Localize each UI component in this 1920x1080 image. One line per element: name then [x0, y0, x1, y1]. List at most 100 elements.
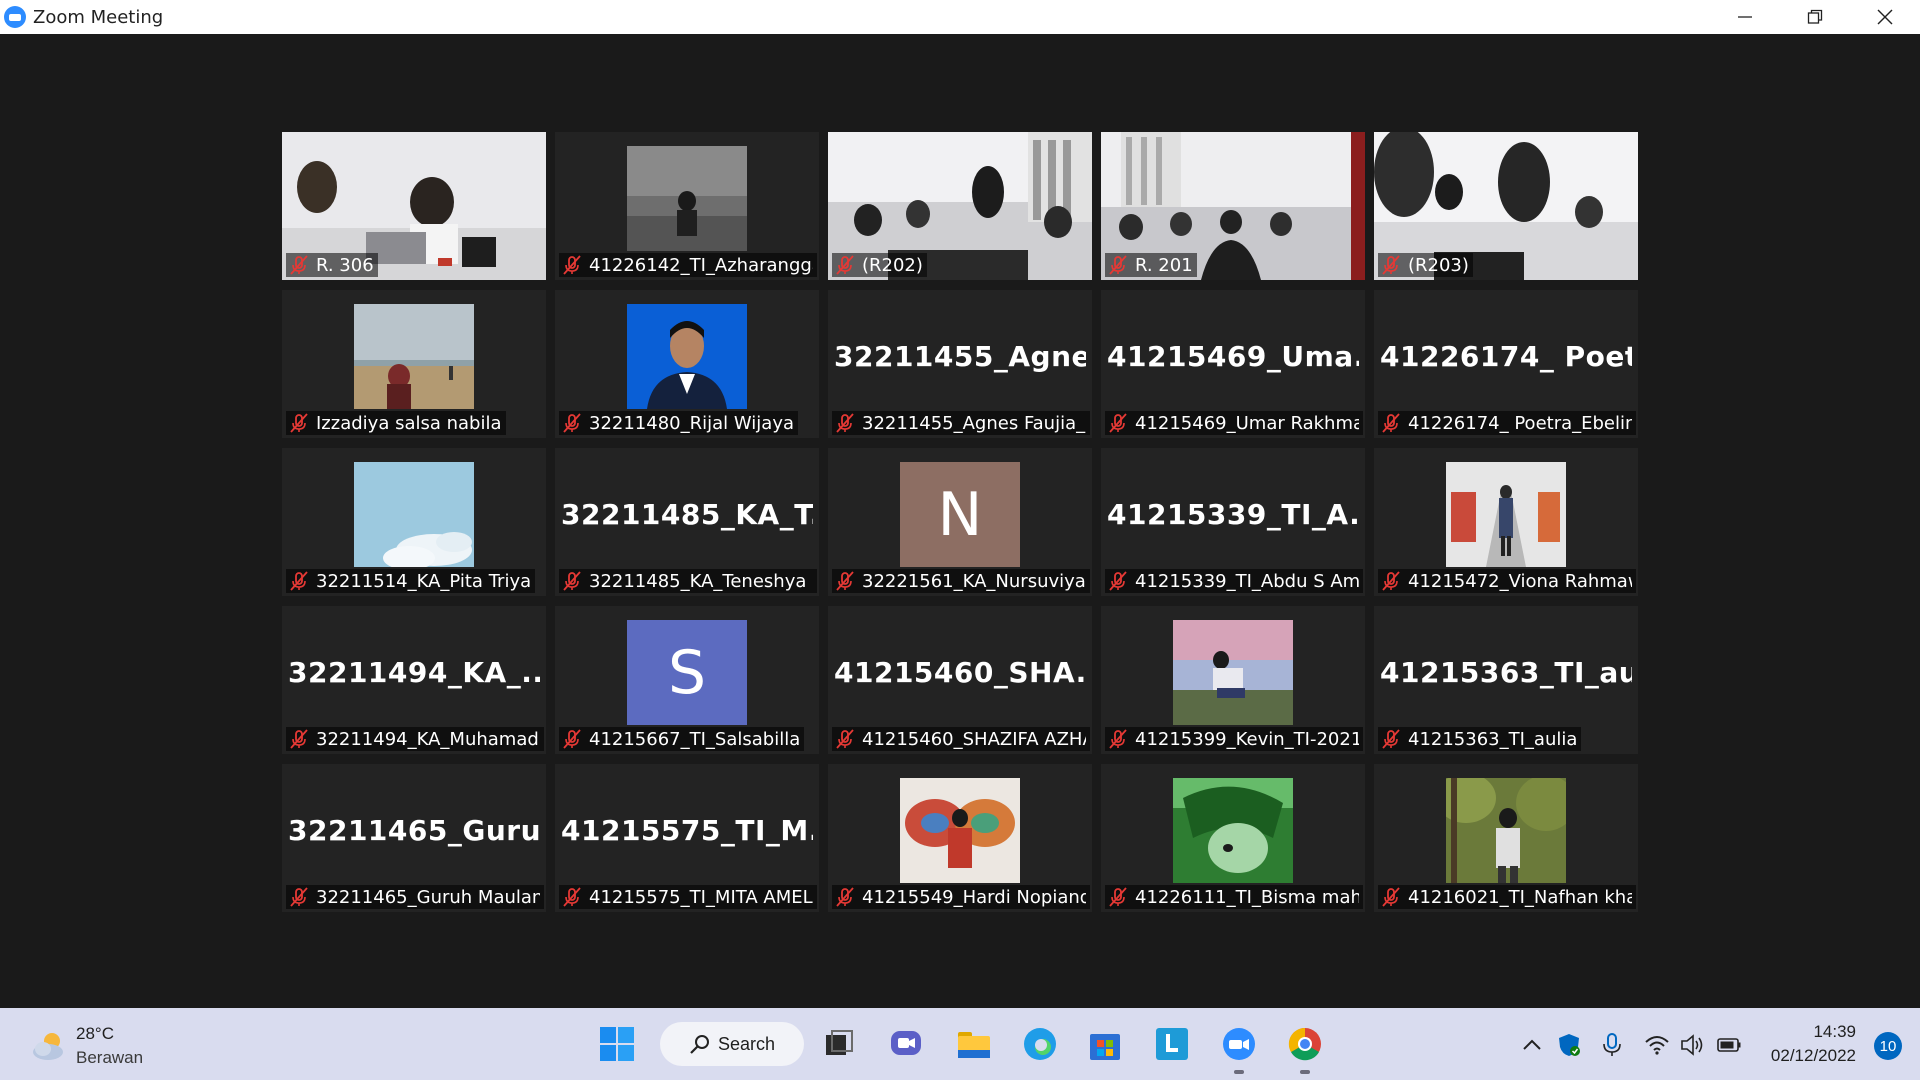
participant-tile[interactable]: R. 306 — [282, 132, 546, 280]
battery-icon[interactable] — [1716, 1032, 1742, 1058]
participant-name: 41215667_TI_Salsabilla — [589, 728, 801, 750]
zoom-icon — [1223, 1028, 1255, 1060]
restore-button[interactable] — [1780, 0, 1850, 34]
participant-name-label: 32211494_KA_Muhamad ... — [286, 727, 544, 751]
participant-tile[interactable]: 41215363_TI_au... 41215363_TI_aulia — [1374, 606, 1638, 754]
close-icon — [1877, 9, 1893, 25]
participant-tile[interactable]: 41215469_Uma... 41215469_Umar Rakhman — [1101, 290, 1365, 438]
participant-name: 41215549_Hardi Nopiandi — [862, 886, 1086, 908]
participant-tile[interactable]: S 41215667_TI_Salsabilla — [555, 606, 819, 754]
search-label: Search — [718, 1033, 776, 1054]
participant-name: (R203) — [1408, 254, 1469, 276]
participant-tile[interactable]: 41215575_TI_M... 41215575_TI_MITA AMELIA — [555, 764, 819, 912]
participant-tile[interactable]: 32211485_KA_T... 32211485_KA_Teneshya Li.… — [555, 448, 819, 596]
folder-icon — [958, 1032, 990, 1058]
participant-name: 32221561_KA_Nursuviyan... — [862, 570, 1086, 592]
participant-name-label: 41215549_Hardi Nopiandi — [832, 885, 1090, 909]
participant-tile[interactable]: 41215460_SHA... 41215460_SHAZIFA AZHA... — [828, 606, 1092, 754]
participant-video — [627, 304, 747, 409]
participant-name-label: 32211480_Rijal Wijaya — [559, 411, 798, 435]
participant-tile[interactable]: 41226111_TI_Bisma mahe... — [1101, 764, 1365, 912]
restore-icon — [1807, 9, 1823, 24]
participant-name: 32211514_KA_Pita Triya — [316, 570, 532, 592]
participant-name-label: 41215460_SHAZIFA AZHA... — [832, 727, 1090, 751]
participant-display-name: 41215339_TI_A... — [1107, 498, 1359, 531]
participant-tile[interactable]: N 32221561_KA_Nursuviyan... — [828, 448, 1092, 596]
muted-microphone-icon — [1109, 887, 1127, 907]
participant-tile[interactable]: 41226174_ Poet... 41226174_ Poetra_Ebelin… — [1374, 290, 1638, 438]
muted-microphone-icon — [563, 255, 581, 275]
participant-tile[interactable]: 32211514_KA_Pita Triya — [282, 448, 546, 596]
store-icon — [1090, 1034, 1120, 1060]
participant-name-label: 41226142_TI_Azharangga... — [559, 253, 817, 277]
participant-name-label: 41215363_TI_aulia — [1378, 727, 1582, 751]
participant-tile[interactable]: 32211480_Rijal Wijaya — [555, 290, 819, 438]
task-view-button[interactable] — [819, 1024, 859, 1064]
chrome-browser-button[interactable] — [1285, 1024, 1325, 1064]
participant-tile[interactable]: 41226142_TI_Azharangga... — [555, 132, 819, 280]
start-button[interactable] — [597, 1024, 637, 1064]
participant-name-label: 41226174_ Poetra_Ebelin... — [1378, 411, 1636, 435]
wifi-icon[interactable] — [1644, 1032, 1670, 1058]
defender-shield-icon[interactable] — [1556, 1032, 1582, 1058]
edge-icon — [1024, 1028, 1056, 1060]
participant-display-name: 41226174_ Poet... — [1380, 340, 1632, 373]
weather-temperature: 28°C — [76, 1024, 114, 1043]
participant-name: 41215460_SHAZIFA AZHA... — [862, 728, 1086, 750]
participant-display-name: 32211455_Agne... — [834, 340, 1086, 373]
participant-video — [1446, 778, 1566, 883]
participant-tile[interactable]: 41215472_Viona Rahmaw... — [1374, 448, 1638, 596]
close-button[interactable] — [1850, 0, 1920, 34]
minimize-icon — [1738, 16, 1752, 18]
participant-display-name: 32211485_KA_T... — [561, 498, 813, 531]
muted-microphone-icon — [1382, 571, 1400, 591]
volume-icon[interactable] — [1679, 1032, 1705, 1058]
taskbar-search-button[interactable]: Search — [660, 1022, 804, 1066]
cloudy-weather-icon — [33, 1033, 63, 1060]
muted-microphone-icon — [1109, 413, 1127, 433]
participant-tile[interactable]: 41216021_TI_Nafhan khai... — [1374, 764, 1638, 912]
participant-tile[interactable]: Izzadiya salsa nabila — [282, 290, 546, 438]
participant-name: 41226174_ Poetra_Ebelin... — [1408, 412, 1632, 434]
participant-name-label: 41215472_Viona Rahmaw... — [1378, 569, 1636, 593]
taskbar-clock[interactable]: 14:39 02/12/2022 — [1771, 1020, 1856, 1068]
muted-microphone-icon — [836, 729, 854, 749]
minimize-button[interactable] — [1710, 0, 1780, 34]
teams-chat-button[interactable] — [886, 1024, 926, 1064]
notification-badge[interactable]: 10 — [1874, 1032, 1902, 1060]
file-explorer-button[interactable] — [954, 1024, 994, 1064]
participant-tile[interactable]: 32211494_KA_... 32211494_KA_Muhamad ... — [282, 606, 546, 754]
participant-name: 41226111_TI_Bisma mahe... — [1135, 886, 1359, 908]
search-icon — [690, 1035, 709, 1054]
clock-time: 14:39 — [1813, 1022, 1856, 1041]
participant-tile[interactable]: (R203) — [1374, 132, 1638, 280]
zoom-taskbar-button[interactable] — [1219, 1024, 1259, 1064]
participant-tile[interactable]: 41215549_Hardi Nopiandi — [828, 764, 1092, 912]
participant-name-label: 41215667_TI_Salsabilla — [559, 727, 805, 751]
participant-tile[interactable]: 41215399_Kevin_TI-2021 — [1101, 606, 1365, 754]
edge-browser-button[interactable] — [1020, 1024, 1060, 1064]
microphone-icon[interactable] — [1599, 1032, 1625, 1058]
participant-tile[interactable]: (R202) — [828, 132, 1092, 280]
participant-name-label: Izzadiya salsa nabila — [286, 411, 506, 435]
participant-tile[interactable]: 32211455_Agne... 32211455_Agnes Faujia_KA — [828, 290, 1092, 438]
participant-video — [900, 778, 1020, 883]
participant-name-label: 32221561_KA_Nursuviyan... — [832, 569, 1090, 593]
participant-display-name: 41215460_SHA... — [834, 656, 1086, 689]
l-app-button[interactable] — [1152, 1024, 1192, 1064]
microsoft-store-button[interactable] — [1085, 1024, 1125, 1064]
participant-avatar: N — [900, 462, 1020, 567]
weather-widget[interactable]: 28°C Berawan — [28, 1022, 143, 1070]
participant-tile[interactable]: 41215339_TI_A... 41215339_TI_Abdu S Amer — [1101, 448, 1365, 596]
participant-name: 32211485_KA_Teneshya Li... — [589, 570, 813, 592]
title-bar: Zoom Meeting — [0, 0, 1920, 34]
chevron-up-icon[interactable] — [1519, 1032, 1545, 1058]
muted-microphone-icon — [836, 887, 854, 907]
participant-name: 41215469_Umar Rakhman — [1135, 412, 1359, 434]
participant-name: R. 306 — [316, 254, 374, 276]
participant-tile[interactable]: R. 201 — [1101, 132, 1365, 280]
participant-name-label: 41215469_Umar Rakhman — [1105, 411, 1363, 435]
participant-name-label: 41215339_TI_Abdu S Amer — [1105, 569, 1363, 593]
participant-name: 32211480_Rijal Wijaya — [589, 412, 794, 434]
participant-tile[interactable]: 32211465_Guru... 32211465_Guruh Maulan... — [282, 764, 546, 912]
